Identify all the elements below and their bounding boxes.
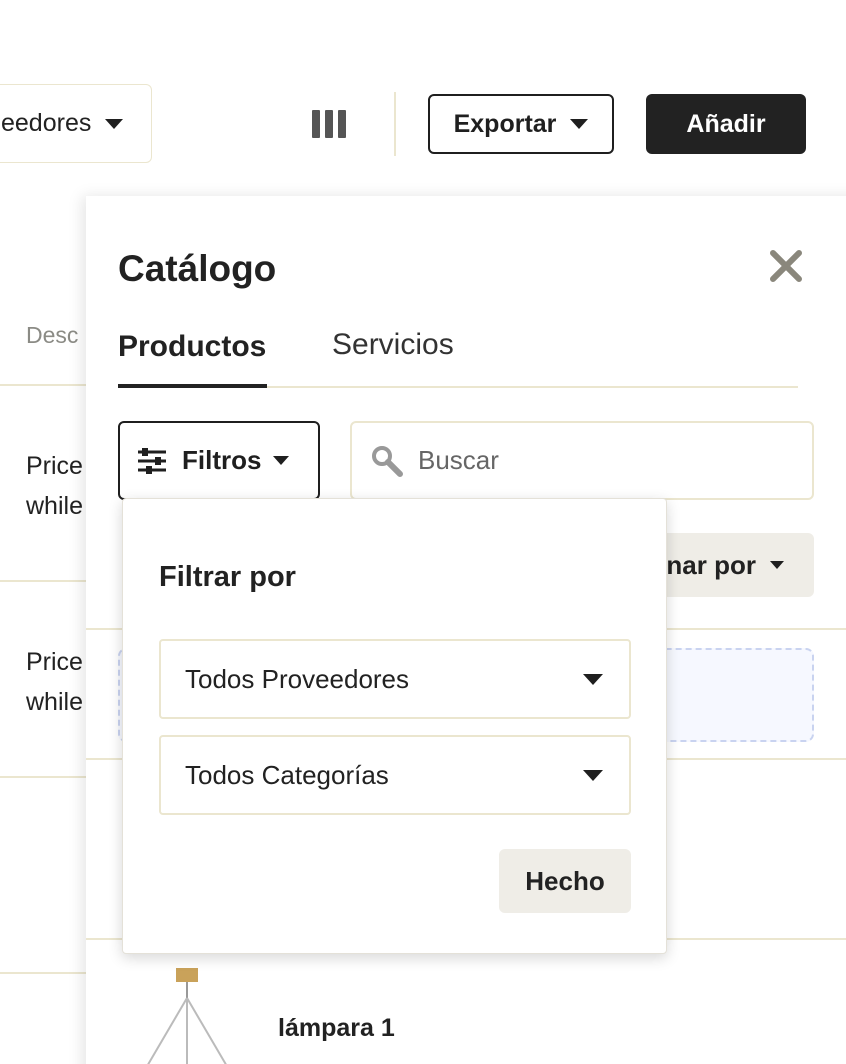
popover-title: Filtrar por xyxy=(159,561,296,593)
done-button[interactable]: Hecho xyxy=(499,849,631,913)
close-icon xyxy=(770,250,802,282)
row-divider xyxy=(0,972,90,974)
lamp-image xyxy=(147,968,227,1064)
search-icon xyxy=(372,445,403,477)
tab-services[interactable]: Servicios xyxy=(332,326,454,388)
chevron-down-icon xyxy=(770,561,784,569)
search-input[interactable] xyxy=(418,445,778,476)
chevron-down-icon xyxy=(570,119,589,129)
export-button[interactable]: Exportar xyxy=(428,94,614,154)
supplier-filter-select[interactable]: eedores xyxy=(0,84,152,163)
toolbar-divider xyxy=(394,92,396,156)
export-button-label: Exportar xyxy=(453,109,557,138)
catalog-tabs: Productos Servicios xyxy=(118,326,798,388)
close-button[interactable] xyxy=(768,248,804,284)
column-header-description: Desc xyxy=(26,322,79,348)
category-select-value: Todos Categorías xyxy=(185,759,389,790)
background-table: Desc Price while Price while xyxy=(0,190,90,1064)
supplier-select-value: Todos Proveedores xyxy=(185,663,410,694)
filters-button-label: Filtros xyxy=(182,445,262,475)
chevron-down-icon xyxy=(583,769,603,781)
table-cell: while xyxy=(26,492,83,520)
supplier-select[interactable]: Todos Proveedores xyxy=(159,639,631,719)
add-button-label: Añadir xyxy=(686,109,766,138)
chevron-down-icon xyxy=(105,118,124,129)
filters-button[interactable]: Filtros xyxy=(118,421,320,500)
columns-icon-bar xyxy=(325,110,333,138)
sliders-icon xyxy=(138,447,166,474)
row-divider xyxy=(0,580,90,582)
search-field[interactable] xyxy=(350,421,814,500)
panel-title: Catálogo xyxy=(118,248,277,289)
product-thumbnail xyxy=(136,968,246,1064)
sort-button-label: nar por xyxy=(666,549,756,580)
sort-button[interactable]: nar por xyxy=(646,533,814,597)
tab-products[interactable]: Productos xyxy=(118,326,267,388)
add-button[interactable]: Añadir xyxy=(646,94,806,154)
filter-popover: Filtrar por Todos Proveedores Todos Cate… xyxy=(122,498,667,954)
chevron-down-icon xyxy=(273,456,290,465)
row-divider xyxy=(0,384,90,386)
table-cell: Price xyxy=(26,452,83,480)
chevron-down-icon xyxy=(583,673,603,685)
table-cell: while xyxy=(26,688,83,716)
table-cell: Price xyxy=(26,648,83,676)
product-name[interactable]: lámpara 1 xyxy=(278,1014,395,1043)
supplier-select-value: eedores xyxy=(1,109,92,137)
columns-icon-bar xyxy=(338,110,346,138)
row-divider xyxy=(0,776,90,778)
category-select[interactable]: Todos Categorías xyxy=(159,735,631,815)
columns-icon-bar xyxy=(312,110,320,138)
columns-toggle-button[interactable] xyxy=(312,110,348,140)
top-toolbar: eedores Exportar Añadir xyxy=(0,0,846,190)
